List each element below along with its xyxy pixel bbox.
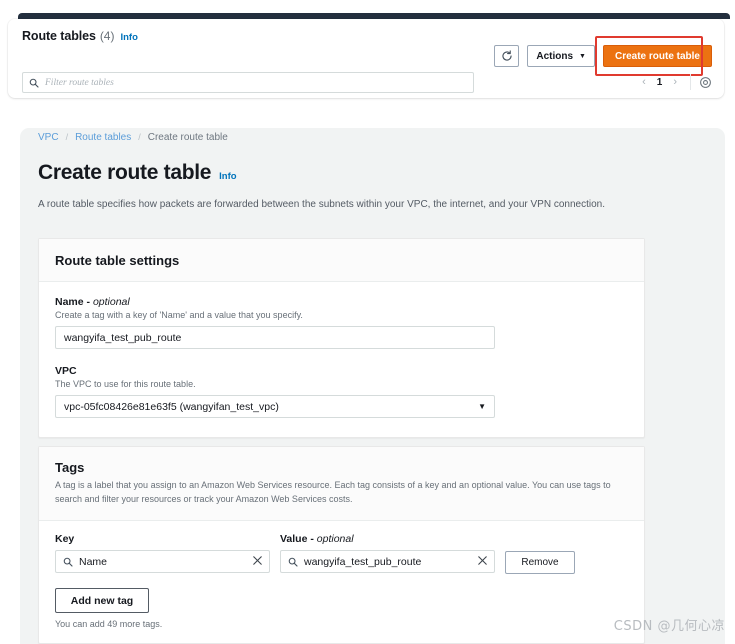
tag-row: Key Name Value - optional wangyifa_test_… bbox=[39, 521, 644, 574]
create-route-table-wrap: Create route table bbox=[594, 36, 712, 76]
breadcrumb-item-current: Create route table bbox=[147, 131, 228, 143]
chevron-down-icon: ▼ bbox=[579, 52, 586, 60]
name-field-label: Name - optional bbox=[55, 296, 628, 308]
breadcrumb-separator: / bbox=[65, 132, 69, 142]
vpc-select-value: vpc-05fc08426e81e63f5 (wangyifan_test_vp… bbox=[64, 400, 279, 413]
tag-value-column: Value - optional wangyifa_test_pub_route bbox=[280, 533, 495, 574]
actions-label: Actions bbox=[536, 50, 574, 62]
settings-card-body: Name - optional Create a tag with a key … bbox=[39, 282, 644, 418]
create-route-table-page: VPC / Route tables / Create route table … bbox=[20, 128, 725, 644]
breadcrumb-item-route-tables[interactable]: Route tables bbox=[75, 132, 131, 143]
vpc-select[interactable]: vpc-05fc08426e81e63f5 (wangyifan_test_vp… bbox=[55, 395, 495, 418]
vpc-field-hint: The VPC to use for this route table. bbox=[55, 379, 196, 389]
settings-card-title: Route table settings bbox=[55, 252, 180, 268]
close-icon[interactable] bbox=[253, 555, 262, 568]
name-field-hint: Create a tag with a key of 'Name' and a … bbox=[55, 310, 303, 320]
breadcrumb-separator: / bbox=[138, 132, 141, 142]
tags-card-header: Tags A tag is a label that you assign to… bbox=[39, 447, 644, 521]
pagination: ‹ 1 › bbox=[637, 74, 712, 90]
list-title: Route tables bbox=[22, 29, 96, 43]
filter-placeholder-text: Filter route tables bbox=[45, 77, 114, 88]
refresh-button[interactable] bbox=[494, 45, 520, 67]
list-count: (4) bbox=[99, 29, 115, 43]
tags-card-description: A tag is a label that you assign to an A… bbox=[55, 480, 611, 504]
search-icon bbox=[63, 557, 73, 567]
search-icon bbox=[288, 557, 298, 567]
page-title-row: Create route table Info bbox=[38, 161, 237, 185]
name-input[interactable]: wangyifa_test_pub_route bbox=[55, 326, 495, 349]
tag-key-input[interactable]: Name bbox=[55, 550, 270, 573]
refresh-icon bbox=[501, 50, 513, 62]
remove-tag-button[interactable]: Remove bbox=[505, 551, 575, 574]
breadcrumb: VPC / Route tables / Create route table bbox=[38, 130, 228, 144]
chevron-down-icon: ▼ bbox=[478, 402, 486, 411]
close-icon[interactable] bbox=[478, 555, 487, 568]
tags-card: Tags A tag is a label that you assign to… bbox=[38, 446, 645, 644]
tag-value-value: wangyifa_test_pub_route bbox=[304, 555, 422, 568]
add-new-tag-button[interactable]: Add new tag bbox=[55, 588, 149, 613]
list-info-link[interactable]: Info bbox=[120, 32, 137, 43]
tags-card-title: Tags bbox=[55, 460, 85, 475]
gear-icon[interactable] bbox=[699, 76, 712, 89]
pagination-page-number[interactable]: 1 bbox=[653, 77, 667, 88]
page-info-link[interactable]: Info bbox=[219, 171, 236, 182]
watermark: CSDN @几何心凉 bbox=[613, 619, 725, 634]
create-route-table-button[interactable]: Create route table bbox=[602, 45, 712, 67]
tag-value-header-optional: optional bbox=[316, 533, 354, 545]
tag-value-header: Value - optional bbox=[280, 533, 495, 545]
tag-value-input[interactable]: wangyifa_test_pub_route bbox=[280, 550, 495, 573]
tag-remove-column: Remove bbox=[505, 533, 575, 574]
tag-key-column: Key Name bbox=[55, 533, 270, 574]
list-header: Route tables (4) Info bbox=[22, 29, 138, 43]
settings-card-header: Route table settings bbox=[39, 239, 644, 282]
route-tables-list-panel: Route tables (4) Info Filter route table… bbox=[8, 19, 724, 98]
toolbar-divider bbox=[690, 74, 691, 90]
tags-remaining-note: You can add 49 more tags. bbox=[55, 619, 163, 629]
name-label-text: Name - bbox=[55, 296, 93, 308]
tag-key-header: Key bbox=[55, 533, 75, 545]
tag-value-header-text: Value - bbox=[280, 533, 317, 545]
actions-dropdown-button[interactable]: Actions ▼ bbox=[527, 45, 595, 67]
vpc-field-label: VPC bbox=[55, 365, 77, 377]
screenshot-root: Route tables (4) Info Filter route table… bbox=[0, 0, 735, 644]
search-icon bbox=[29, 78, 39, 88]
breadcrumb-item-vpc[interactable]: VPC bbox=[38, 132, 59, 143]
pagination-next-button[interactable]: › bbox=[668, 76, 682, 88]
route-table-settings-card: Route table settings Name - optional Cre… bbox=[38, 238, 645, 438]
list-toolbar: Actions ▼ Create route table bbox=[494, 36, 712, 76]
name-input-value: wangyifa_test_pub_route bbox=[64, 331, 182, 344]
name-label-optional: optional bbox=[92, 296, 130, 308]
page-title: Create route table bbox=[38, 161, 212, 184]
pagination-prev-button[interactable]: ‹ bbox=[637, 76, 651, 88]
filter-route-tables-input[interactable]: Filter route tables bbox=[22, 72, 474, 93]
page-description: A route table specifies how packets are … bbox=[38, 199, 605, 210]
tag-key-value: Name bbox=[79, 555, 108, 568]
